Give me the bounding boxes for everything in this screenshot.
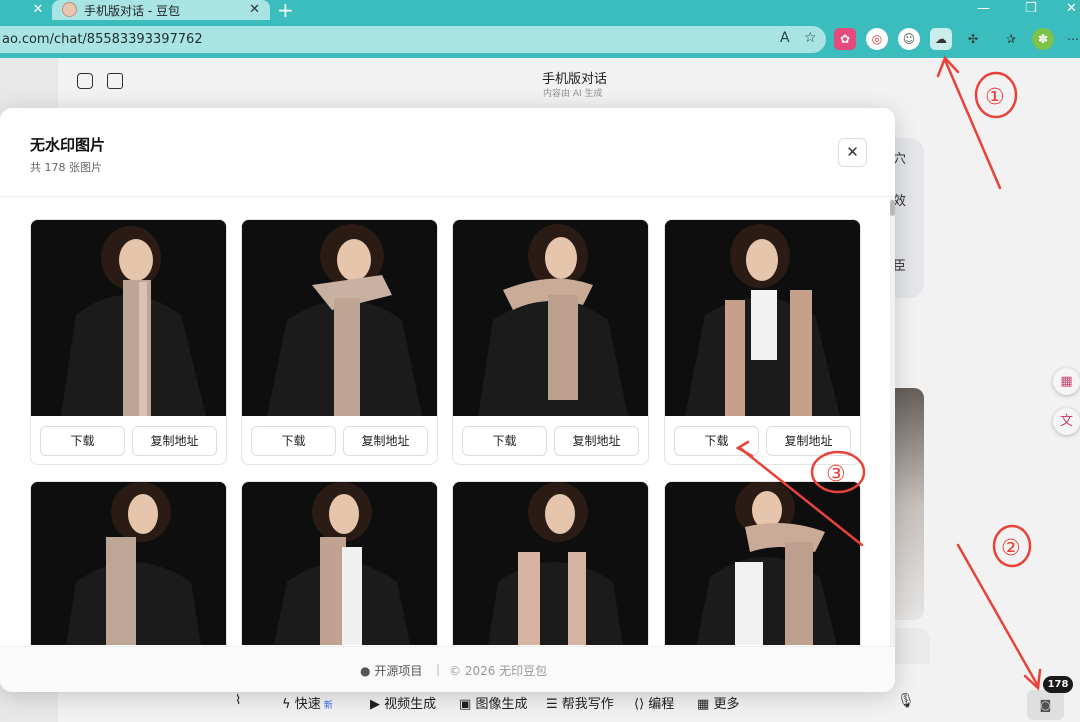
minimize-icon[interactable]: — xyxy=(977,1,990,16)
profile-avatar-icon[interactable]: ✽ xyxy=(1032,28,1054,50)
favicon-avatar-icon xyxy=(62,2,77,17)
close-icon: ✕ xyxy=(846,143,859,161)
image-card xyxy=(30,481,227,645)
modal-title: 无水印图片 xyxy=(30,136,106,154)
url-text: ao.com/chat/85583393397762 xyxy=(2,32,203,47)
download-button[interactable]: 下载 xyxy=(674,426,759,456)
github-link[interactable]: ● 开源项目 xyxy=(360,662,422,679)
image-card xyxy=(241,481,438,645)
download-button[interactable]: 下载 xyxy=(40,426,125,456)
extension-translate-icon[interactable]: ✿ xyxy=(834,28,856,50)
tab-title: 手机版对话 - 豆包 xyxy=(84,4,180,18)
copy-url-button[interactable]: 复制地址 xyxy=(766,426,851,456)
modal-footer: ● 开源项目 | © 2026 无印豆包 xyxy=(0,646,895,692)
generated-image[interactable] xyxy=(31,220,226,416)
image-card: 下载 复制地址 xyxy=(452,219,649,465)
favorites-list-icon[interactable]: ✰ xyxy=(1000,28,1022,50)
github-icon: ● xyxy=(360,664,371,678)
modal-image-count: 共 178 张图片 xyxy=(30,161,102,174)
new-tab-plus-icon[interactable]: + xyxy=(277,0,294,22)
url-field[interactable]: ao.com/chat/85583393397762 A ☆ xyxy=(0,26,826,53)
download-button[interactable]: 下载 xyxy=(462,426,547,456)
generated-image[interactable] xyxy=(665,220,860,416)
tab-close-icon[interactable]: ✕ xyxy=(249,2,260,17)
generated-image[interactable] xyxy=(453,220,648,416)
extension-doubao-icon[interactable]: ☁ xyxy=(930,28,952,50)
scrollbar-thumb[interactable] xyxy=(890,200,895,216)
footer-copyright: © 2026 无印豆包 xyxy=(449,664,548,678)
close-icon[interactable]: ✕ xyxy=(30,2,46,18)
image-card xyxy=(452,481,649,645)
modal-close-button[interactable]: ✕ xyxy=(838,138,867,167)
copy-url-button[interactable]: 复制地址 xyxy=(554,426,639,456)
generated-image[interactable] xyxy=(453,482,648,645)
copy-url-button[interactable]: 复制地址 xyxy=(343,426,428,456)
read-aloud-icon[interactable]: A xyxy=(780,30,790,46)
generated-image[interactable] xyxy=(242,220,437,416)
image-grid[interactable]: 下载 复制地址 下载 复制地址 下载 复制地址 下载 复制地址 xyxy=(0,197,888,645)
generated-image[interactable] xyxy=(242,482,437,645)
window-close-icon[interactable]: ✕ xyxy=(1066,1,1077,16)
footer-separator: | xyxy=(436,662,441,676)
browser-tab-active[interactable]: 手机版对话 - 豆包 ✕ xyxy=(52,0,270,20)
restore-icon[interactable]: ❐ xyxy=(1025,1,1037,16)
generated-image[interactable] xyxy=(31,482,226,645)
more-menu-icon[interactable]: ⋯ xyxy=(1062,28,1080,50)
browser-tab-bar: ✕ 手机版对话 - 豆包 ✕ + — ❐ ✕ xyxy=(0,0,1080,22)
image-card xyxy=(664,481,861,645)
image-card: 下载 复制地址 xyxy=(664,219,861,465)
favorite-star-icon[interactable]: ☆ xyxy=(804,30,817,46)
extensions-puzzle-icon[interactable]: ✣ xyxy=(962,28,984,50)
copy-url-button[interactable]: 复制地址 xyxy=(132,426,217,456)
download-button[interactable]: 下载 xyxy=(251,426,336,456)
image-card: 下载 复制地址 xyxy=(30,219,227,465)
generated-image[interactable] xyxy=(665,482,860,645)
scrollbar-track[interactable] xyxy=(890,198,895,646)
extension-profile-icon[interactable]: ☺ xyxy=(898,28,920,50)
extension-target-icon[interactable]: ◎ xyxy=(866,28,888,50)
image-card: 下载 复制地址 xyxy=(241,219,438,465)
no-watermark-images-modal: 无水印图片 共 178 张图片 ✕ 下载 复制地址 下载 复制地址 下载 复制地… xyxy=(0,108,895,692)
